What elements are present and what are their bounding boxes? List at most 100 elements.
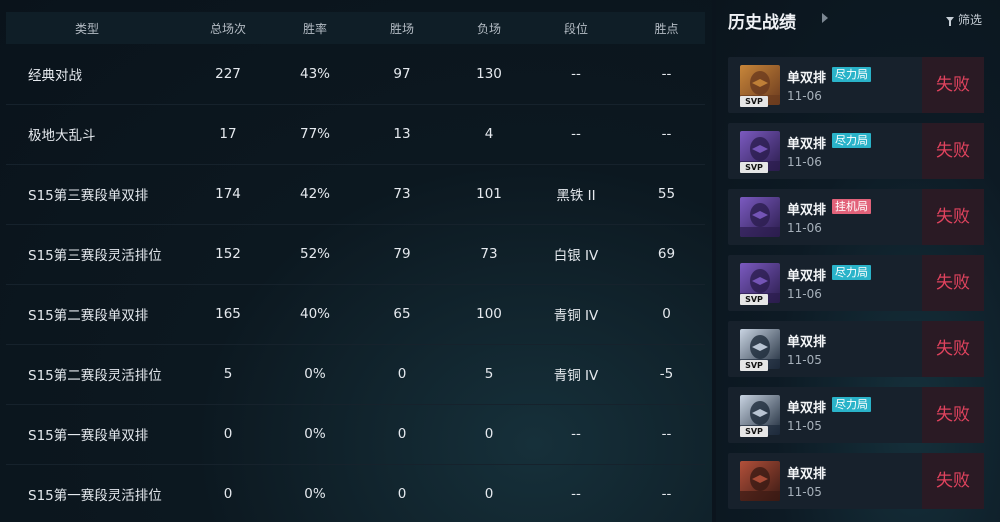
cell-winrate: 42% — [280, 164, 350, 225]
cell-wins: 0 — [350, 404, 454, 465]
cell-wins: 13 — [350, 104, 454, 165]
history-title[interactable]: 历史战绩 — [728, 8, 796, 33]
cell-type: S15第二赛段单双排 — [6, 284, 176, 345]
cell-total: 227 — [176, 44, 280, 105]
match-tag-badge: 尽力局 — [832, 133, 871, 148]
match-card[interactable]: 单双排 挂机局 11-06 失败 — [728, 189, 984, 245]
header-lp: 胜点 — [628, 12, 705, 44]
stats-header-row: 类型 总场次 胜率 胜场 负场 段位 胜点 — [6, 12, 705, 44]
table-row: S15第二赛段单双排 165 40% 65 100 青铜 IV 0 — [6, 284, 705, 345]
match-card[interactable]: SVP 单双排 11-05 失败 — [728, 321, 984, 377]
table-row: S15第一赛段灵活排位 0 0% 0 0 -- -- — [6, 464, 705, 522]
match-card[interactable]: SVP 单双排 尽力局 11-06 失败 — [728, 57, 984, 113]
cell-lp: -- — [628, 404, 705, 465]
cell-lp: -- — [628, 104, 705, 165]
cell-total: 174 — [176, 164, 280, 225]
match-tag-badge: 尽力局 — [832, 397, 871, 412]
cell-type: S15第三赛段单双排 — [6, 164, 176, 225]
cell-losses: 130 — [454, 44, 524, 105]
cell-rank: 黑铁 II — [524, 164, 628, 225]
cell-losses: 5 — [454, 344, 524, 405]
cell-lp: 69 — [628, 224, 705, 285]
svp-badge: SVP — [740, 360, 768, 371]
match-result: 失败 — [922, 57, 984, 113]
chevron-right-icon[interactable] — [822, 13, 828, 23]
cell-rank: 青铜 IV — [524, 344, 628, 405]
header-losses: 负场 — [454, 12, 524, 44]
cell-winrate: 0% — [280, 344, 350, 405]
table-row: S15第三赛段灵活排位 152 52% 79 73 白银 IV 69 — [6, 224, 705, 285]
match-date: 11-06 — [787, 89, 822, 103]
cell-wins: 97 — [350, 44, 454, 105]
cell-total: 17 — [176, 104, 280, 165]
champion-kassadin-icon — [740, 197, 780, 237]
cell-type: 经典对战 — [6, 44, 176, 105]
table-row: S15第一赛段单双排 0 0% 0 0 -- -- — [6, 404, 705, 465]
match-card[interactable]: SVP 单双排 尽力局 11-06 失败 — [728, 123, 984, 179]
filter-icon — [945, 17, 954, 26]
match-mode: 单双排 — [787, 401, 827, 416]
header-total: 总场次 — [176, 12, 280, 44]
cell-winrate: 52% — [280, 224, 350, 285]
match-date: 11-05 — [787, 353, 822, 367]
match-tag-badge: 挂机局 — [832, 199, 871, 214]
match-date: 11-06 — [787, 287, 822, 301]
table-row: S15第二赛段灵活排位 5 0% 0 5 青铜 IV -5 — [6, 344, 705, 405]
cell-rank: -- — [571, 486, 581, 503]
header-rank: 段位 — [524, 12, 628, 44]
match-card[interactable]: SVP 单双排 尽力局 11-06 失败 — [728, 255, 984, 311]
match-date: 11-05 — [787, 419, 822, 433]
cell-winrate: 43% — [280, 44, 350, 105]
cell-lp: -5 — [628, 344, 705, 405]
match-result: 失败 — [922, 189, 984, 245]
cell-total: 5 — [176, 344, 280, 405]
cell-losses: 0 — [484, 486, 494, 503]
cell-winrate: 40% — [280, 284, 350, 345]
filter-button[interactable]: 筛选 — [945, 11, 982, 28]
header-wins: 胜场 — [350, 12, 454, 44]
cell-type: 极地大乱斗 — [6, 104, 176, 165]
header-type: 类型 — [6, 12, 176, 44]
match-date: 11-05 — [787, 485, 822, 499]
match-card[interactable]: 单双排 11-05 失败 — [728, 453, 984, 509]
match-result: 失败 — [922, 321, 984, 377]
cell-rank: 白银 IV — [524, 224, 628, 285]
match-date: 11-06 — [787, 221, 822, 235]
cell-rank: -- — [524, 404, 628, 465]
cell-type: S15第一赛段灵活排位 — [28, 488, 162, 505]
match-mode: 单双排 — [787, 137, 827, 152]
match-mode: 单双排 — [787, 269, 827, 284]
cell-wins: 73 — [350, 164, 454, 225]
cell-rank: -- — [524, 44, 628, 105]
stats-table: 类型 总场次 胜率 胜场 负场 段位 胜点 经典对战 227 43% 97 130 -- -… — [6, 12, 705, 522]
svp-badge: SVP — [740, 162, 768, 173]
filter-label: 筛选 — [957, 13, 982, 27]
cell-losses: 101 — [454, 164, 524, 225]
match-mode: 单双排 — [787, 71, 827, 86]
svp-badge: SVP — [740, 426, 768, 437]
cell-total: 152 — [176, 224, 280, 285]
match-mode: 单双排 — [787, 203, 827, 218]
match-result: 失败 — [922, 255, 984, 311]
cell-total: 165 — [176, 284, 280, 345]
match-card[interactable]: SVP 单双排 尽力局 11-05 失败 — [728, 387, 984, 443]
table-row: 经典对战 227 43% 97 130 -- -- — [6, 44, 705, 105]
cell-wins: 79 — [350, 224, 454, 285]
match-mode: 单双排 — [787, 335, 827, 350]
match-history-panel: 历史战绩 筛选 SVP 单双排 尽力局 11-06 失败 SVP 单双排 尽力局 11-06 失败… — [716, 0, 1000, 522]
table-row: 极地大乱斗 17 77% 13 4 -- -- — [6, 104, 705, 165]
cell-wins: 65 — [350, 284, 454, 345]
cell-lp: -- — [661, 486, 672, 503]
match-mode: 单双排 — [787, 467, 827, 482]
table-row: S15第三赛段单双排 174 42% 73 101 黑铁 II 55 — [6, 164, 705, 225]
cell-wins: 0 — [350, 344, 454, 405]
match-result: 失败 — [922, 387, 984, 443]
cell-lp: 55 — [628, 164, 705, 225]
match-date: 11-06 — [787, 155, 822, 169]
match-result: 失败 — [922, 453, 984, 509]
cell-type: S15第一赛段单双排 — [6, 404, 176, 465]
champion-darius-icon — [740, 461, 780, 501]
cell-total: 0 — [223, 486, 233, 503]
cell-wins: 0 — [397, 486, 407, 503]
cell-losses: 100 — [454, 284, 524, 345]
